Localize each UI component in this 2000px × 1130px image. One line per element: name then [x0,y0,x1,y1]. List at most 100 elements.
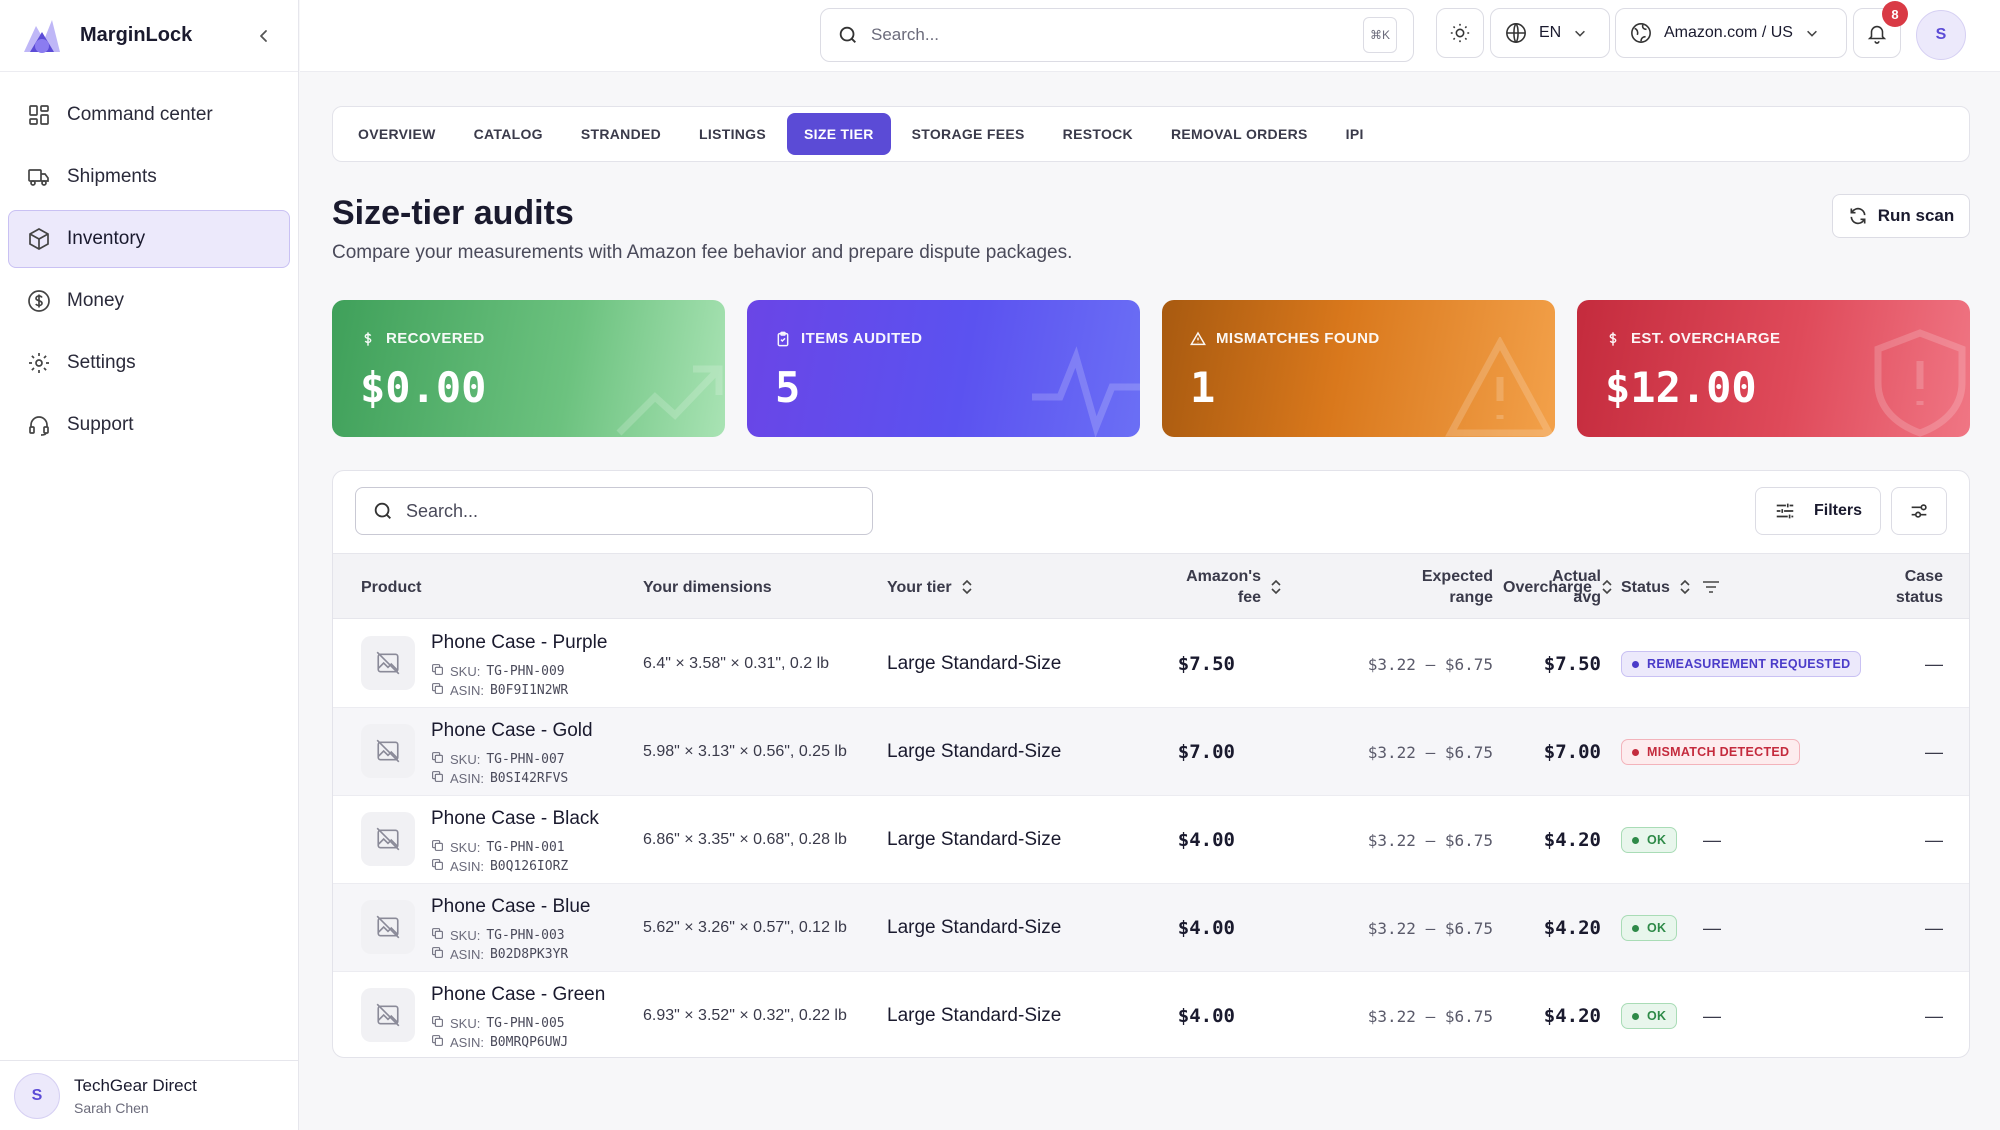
sku-value: TG-PHN-005 [486,1015,565,1031]
product-name[interactable]: Phone Case - Green [431,984,605,1006]
table-row[interactable]: Phone Case - Black SKU: TG-PHN-001 ASIN: B0Q… [333,796,1969,884]
trend-up-icon [616,365,723,436]
column-header-label: range [1449,589,1493,606]
product-sku[interactable]: SKU: TG-PHN-001 [431,839,565,855]
table-header: Product Your dimensions Your tier Amazon… [333,553,1969,619]
search-shortcut: ⌘K [1363,17,1397,53]
sidebar-item-money[interactable]: Money [8,272,290,330]
copy-icon[interactable] [431,839,450,855]
account-user-name: Sarah Chen [74,1099,149,1116]
sidebar-item-inventory[interactable]: Inventory [8,210,290,268]
product-sku[interactable]: SKU: TG-PHN-005 [431,1015,565,1031]
headset-icon [25,411,53,439]
tier-cell: Large Standard-Size [887,741,1062,762]
column-settings-button[interactable] [1891,487,1947,535]
copy-icon[interactable] [431,858,450,874]
warning-bg-icon [1445,337,1555,437]
brand: MarginLock [0,0,298,72]
copy-icon[interactable] [431,751,450,767]
marketplace-select[interactable]: Amazon.com / US [1615,8,1847,58]
tab-overview[interactable]: OVERVIEW [341,113,453,155]
status-label: REMEASUREMENT REQUESTED [1647,657,1851,671]
tab-stranded[interactable]: STRANDED [564,113,678,155]
asin-label: ASIN: [450,1034,484,1050]
product-name[interactable]: Phone Case - Purple [431,632,607,654]
sort-icon [1269,579,1283,595]
copy-icon[interactable] [431,1034,450,1050]
copy-icon[interactable] [431,663,450,679]
sku-label: SKU: [450,1015,481,1031]
table-row[interactable]: Phone Case - Gold SKU: TG-PHN-007 ASIN: B0SI… [333,708,1969,796]
status-badge[interactable]: MISMATCH DETECTED [1621,739,1801,765]
tab-storage-fees[interactable]: STORAGE FEES [895,113,1042,155]
table-row[interactable]: Phone Case - Green SKU: TG-PHN-005 ASIN: B0M… [333,972,1969,1057]
product-asin[interactable]: ASIN: B0Q126IORZ [431,858,568,874]
language-select[interactable]: EN [1490,8,1610,58]
theme-toggle-button[interactable] [1436,8,1484,58]
tab-ipi[interactable]: IPI [1329,113,1381,155]
product-name[interactable]: Phone Case - Gold [431,720,593,742]
stat-card-items-audited: ITEMS AUDITED 5 [747,300,1140,437]
column-header-product: Product [361,578,422,596]
dimensions-cell: 5.62" × 3.26" × 0.57", 0.12 lb [643,919,847,936]
asin-value: B0MRQP6UWJ [489,1034,569,1050]
sidebar-item-command-center[interactable]: Command center [8,86,290,144]
status-dot-icon [1632,660,1639,668]
product-sku[interactable]: SKU: TG-PHN-003 [431,927,565,943]
sidebar-item-shipments[interactable]: Shipments [8,148,290,206]
tab-removal-orders[interactable]: REMOVAL ORDERS [1154,113,1325,155]
product-asin[interactable]: ASIN: B0SI42RFVS [431,770,568,786]
column-header-label: Amazon's [1186,568,1261,585]
activity-icon [1032,346,1140,437]
globe-icon [1506,23,1526,43]
copy-icon[interactable] [431,682,450,698]
status-badge[interactable]: OK [1621,1003,1678,1029]
column-header-label: Your tier [887,578,952,596]
global-search-input[interactable]: Search... ⌘K [820,8,1414,62]
product-sku[interactable]: SKU: TG-PHN-009 [431,663,565,679]
column-header-expected-range: Expected range [1373,554,1493,620]
product-name[interactable]: Phone Case - Black [431,808,599,830]
fee-cell: $7.00 [1177,741,1235,763]
tab-restock[interactable]: RESTOCK [1046,113,1150,155]
column-header-status[interactable]: Status [1621,554,1801,620]
clipboard-icon [775,331,791,347]
run-scan-button[interactable]: Run scan [1832,194,1970,238]
tab-listings[interactable]: LISTINGS [682,113,783,155]
fee-cell: $4.00 [1177,1005,1235,1027]
product-asin[interactable]: ASIN: B0F9I1N2WR [431,682,568,698]
product-sku[interactable]: SKU: TG-PHN-007 [431,751,565,767]
collapse-sidebar-icon[interactable] [250,22,278,50]
column-header-dimensions: Your dimensions [643,578,772,596]
table-row[interactable]: Phone Case - Blue SKU: TG-PHN-003 ASIN: B02D… [333,884,1969,972]
copy-icon[interactable] [431,927,450,943]
status-badge[interactable]: OK [1621,827,1678,853]
sidebar-item-label: Support [67,414,134,435]
status-badge[interactable]: OK [1621,915,1678,941]
copy-icon[interactable] [431,1015,450,1031]
column-header-fee[interactable]: Amazon's fee [1093,554,1283,620]
product-name[interactable]: Phone Case - Blue [431,896,591,918]
table-search-input[interactable]: Search... [355,487,873,535]
sidebar-item-label: Shipments [67,166,157,187]
product-asin[interactable]: ASIN: B0MRQP6UWJ [431,1034,568,1050]
dollar-icon [25,287,53,315]
user-avatar-button[interactable]: S [1916,10,1966,60]
copy-icon[interactable] [431,946,450,962]
tab-size-tier[interactable]: SIZE TIER [787,113,891,155]
status-badge[interactable]: REMEASUREMENT REQUESTED [1621,651,1862,677]
sidebar-item-settings[interactable]: Settings [8,334,290,392]
dimensions-cell: 5.98" × 3.13" × 0.56", 0.25 lb [643,743,847,760]
copy-icon[interactable] [431,770,450,786]
tab-catalog[interactable]: CATALOG [457,113,560,155]
filters-button[interactable]: Filters [1755,487,1881,535]
account-switcher[interactable]: S TechGear Direct Sarah Chen [0,1060,299,1130]
notifications-button[interactable]: 8 [1853,1,1908,58]
status-dot-icon [1632,836,1639,844]
column-header-tier[interactable]: Your tier [887,554,1027,620]
filter-lines-icon[interactable] [1702,579,1720,595]
product-asin[interactable]: ASIN: B02D8PK3YR [431,946,568,962]
table-row[interactable]: Phone Case - Purple SKU: TG-PHN-009 ASIN: B0… [333,620,1969,708]
sidebar-item-support[interactable]: Support [8,396,290,454]
language-value: EN [1539,24,1562,41]
